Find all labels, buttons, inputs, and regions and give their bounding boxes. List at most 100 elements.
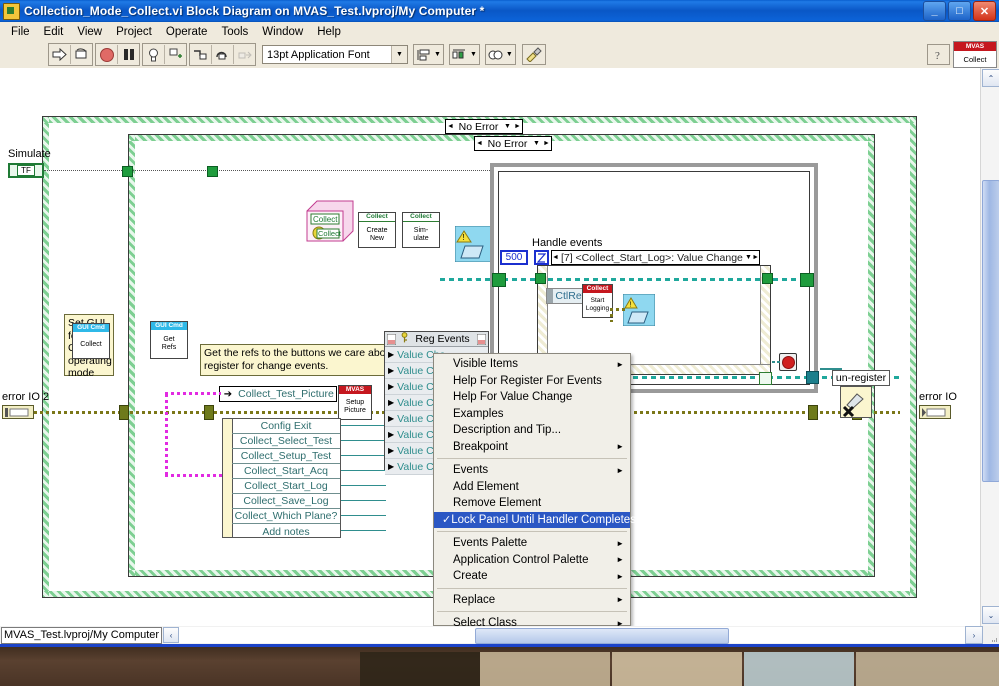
- vertical-scroll-thumb[interactable]: [982, 180, 999, 482]
- cluster-row[interactable]: Add notes: [232, 524, 340, 539]
- chevron-down-icon[interactable]: ▼: [506, 51, 513, 58]
- font-selector[interactable]: 13pt Application Font ▼: [262, 45, 408, 64]
- collect-class-constant[interactable]: Collect Collect: [305, 199, 355, 245]
- vi-icon-badge[interactable]: MVAS Collect: [953, 41, 997, 68]
- run-button[interactable]: [49, 45, 71, 64]
- menu-project[interactable]: Project: [109, 24, 159, 40]
- close-button[interactable]: ✕: [973, 1, 996, 21]
- inner-case-selector[interactable]: ◄ No Error ▼ ►: [474, 136, 552, 151]
- abort-execution-button[interactable]: [96, 45, 118, 64]
- vi-gui-cmd-get-refs[interactable]: GUI Cmd Get Refs: [150, 321, 188, 359]
- clean-up-diagram-button[interactable]: [521, 44, 546, 65]
- step-over-button[interactable]: [212, 45, 234, 64]
- chevron-down-icon[interactable]: ▼: [434, 51, 441, 58]
- error-tunnel-inner-left[interactable]: [204, 405, 214, 420]
- menu-item-events-palette[interactable]: Events Palette ►: [434, 535, 630, 552]
- case-next-arrow-icon[interactable]: ►: [513, 123, 522, 130]
- unbundle-cluster[interactable]: Config Exit Collect_Select_Test Collect_…: [222, 418, 341, 538]
- unregister-wire[interactable]: [820, 368, 842, 370]
- cluster-wire-7[interactable]: [341, 530, 386, 531]
- vi-mvas-setup-picture[interactable]: MVAS Setup Picture: [338, 385, 372, 420]
- timeout-value-constant[interactable]: 500: [500, 250, 528, 265]
- stop-wire[interactable]: [772, 361, 781, 363]
- horizontal-scroll-track[interactable]: [179, 627, 965, 644]
- event-node-terminal-right[interactable]: [759, 372, 772, 385]
- cluster-row[interactable]: Collect_Setup_Test: [232, 449, 340, 464]
- collect-test-picture-refbox[interactable]: ➔ Collect_Test_Picture: [219, 386, 337, 402]
- error-handler-icon-2[interactable]: !: [622, 293, 656, 327]
- simulate-tunnel-inner[interactable]: [207, 166, 218, 177]
- dynamic-event-terminal-right[interactable]: [762, 273, 773, 284]
- error-handler-icon-1[interactable]: !: [454, 225, 492, 263]
- menu-file[interactable]: File: [4, 24, 37, 40]
- menu-item-application-control-palette[interactable]: Application Control Palette ►: [434, 552, 630, 569]
- block-diagram-canvas[interactable]: ◄ No Error ▼ ► ◄ No Error ▼ ► Simulate T…: [0, 68, 981, 626]
- minimize-button[interactable]: _: [923, 1, 946, 21]
- step-into-button[interactable]: [190, 45, 212, 64]
- menu-window[interactable]: Window: [255, 24, 310, 40]
- cluster-row[interactable]: Collect_Start_Log: [232, 479, 340, 494]
- event-case-selector[interactable]: ◄ [7] <Collect_Start_Log>: Value Change …: [551, 250, 760, 265]
- simulate-terminal[interactable]: TF: [8, 163, 44, 178]
- outer-case-selector[interactable]: ◄ No Error ▼ ►: [445, 119, 523, 134]
- chevron-down-icon[interactable]: ▼: [470, 51, 477, 58]
- maximize-button[interactable]: □: [948, 1, 971, 21]
- menu-item-help-value-change[interactable]: Help For Value Change: [434, 389, 630, 406]
- menu-item-remove-element[interactable]: Remove Element: [434, 495, 630, 512]
- chevron-down-icon[interactable]: ▼: [391, 46, 407, 63]
- refnum-wire-bottom[interactable]: [165, 474, 223, 477]
- cluster-wire-2[interactable]: [341, 455, 386, 456]
- cluster-row[interactable]: Collect_Start_Acq: [232, 464, 340, 479]
- stop-boolean-constant[interactable]: [779, 353, 797, 371]
- menu-item-description-and-tip[interactable]: Description and Tip...: [434, 422, 630, 439]
- menu-item-create[interactable]: Create ►: [434, 568, 630, 585]
- cluster-row[interactable]: Config Exit: [232, 419, 340, 434]
- scroll-up-button[interactable]: ⌃: [982, 69, 999, 87]
- menu-view[interactable]: View: [70, 24, 109, 40]
- scroll-down-button[interactable]: ⌄: [982, 606, 999, 624]
- refnum-wire-vertical[interactable]: [165, 394, 168, 478]
- error-out-terminal[interactable]: [919, 405, 951, 419]
- resize-grip[interactable]: [983, 627, 999, 643]
- status-collapse-button[interactable]: ‹: [163, 627, 180, 643]
- case-prev-arrow-icon[interactable]: ◄: [446, 123, 455, 130]
- cluster-wire-3[interactable]: [341, 470, 386, 471]
- event-case-prev-arrow-icon[interactable]: ◄: [552, 254, 559, 261]
- horizontal-scroll-thumb[interactable]: [475, 628, 730, 644]
- pause-button[interactable]: [118, 45, 139, 64]
- scroll-right-button[interactable]: ›: [965, 626, 983, 644]
- menu-item-add-element[interactable]: Add Element: [434, 479, 630, 496]
- simulate-tunnel-outer[interactable]: [122, 166, 133, 177]
- menu-item-visible-items[interactable]: Visible Items ►: [434, 356, 630, 373]
- reorder-objects-button[interactable]: ▼: [484, 44, 516, 65]
- vi-collect-create-new[interactable]: Collect Create New: [358, 212, 396, 248]
- project-path-box[interactable]: MVAS_Test.lvproj/My Computer: [1, 626, 163, 644]
- highlight-execution-button[interactable]: [143, 45, 165, 64]
- event-reg-bottom-tunnel-right[interactable]: [806, 371, 819, 384]
- menu-item-breakpoint[interactable]: Breakpoint ►: [434, 439, 630, 456]
- vi-gui-cmd-collect[interactable]: GUI Cmd Collect: [72, 323, 110, 359]
- menu-item-replace[interactable]: Replace ►: [434, 592, 630, 609]
- menu-item-examples[interactable]: Examples: [434, 406, 630, 423]
- menu-item-select-class[interactable]: Select Class ►: [434, 615, 630, 626]
- menu-help[interactable]: Help: [310, 24, 348, 40]
- menu-item-lock-panel-until-handler-completes[interactable]: ✓ Lock Panel Until Handler Completes: [434, 511, 636, 528]
- chevron-down-icon[interactable]: ▼: [745, 254, 752, 261]
- chevron-down-icon[interactable]: ▼: [531, 140, 542, 147]
- retain-wire-values-button[interactable]: [165, 45, 186, 64]
- event-reg-tunnel-right[interactable]: [800, 273, 814, 287]
- distribute-objects-button[interactable]: ▼: [448, 44, 480, 65]
- simulate-wire[interactable]: [44, 170, 496, 172]
- timeout-terminal-icon[interactable]: [534, 250, 549, 265]
- run-continuously-button[interactable]: [71, 45, 92, 64]
- menu-item-help-register-for-events[interactable]: Help For Register For Events: [434, 373, 630, 390]
- cluster-wire-6[interactable]: [341, 515, 386, 516]
- step-out-button[interactable]: [234, 45, 255, 64]
- error-tunnel-outer-left[interactable]: [119, 405, 129, 420]
- unregister-for-events-node[interactable]: [840, 386, 872, 418]
- context-menu[interactable]: Visible Items ► Help For Register For Ev…: [433, 353, 636, 626]
- align-objects-button[interactable]: ▼: [413, 44, 444, 65]
- refnum-wire-top[interactable]: [165, 392, 221, 395]
- cluster-wire-4[interactable]: [341, 485, 386, 486]
- menu-edit[interactable]: Edit: [37, 24, 71, 40]
